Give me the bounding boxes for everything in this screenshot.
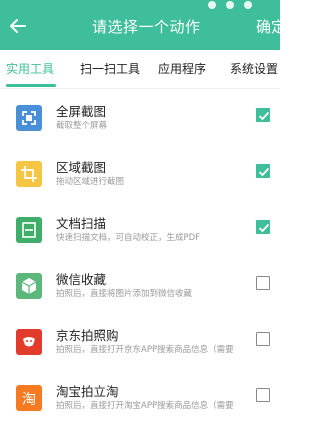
list-item-document-scan[interactable]: 文档扫描 快速扫描文档，可自动校正，生成PDF [0, 203, 280, 259]
wechat-favorite-icon [16, 273, 42, 299]
status-bar-icons [198, 0, 258, 9]
action-checkbox[interactable] [256, 108, 270, 122]
action-checkbox[interactable] [256, 332, 270, 346]
action-title: 全屏截图 [56, 104, 107, 119]
list-item-taobao-photo-search[interactable]: 淘 淘宝拍立淘 拍照后，直接打开淘宝APP搜索商品信息（需要… [0, 371, 280, 427]
checkmark-icon [258, 111, 270, 121]
action-title: 淘宝拍立淘 [56, 384, 119, 399]
page-title: 请选择一个动作 [92, 18, 201, 36]
action-description: 快速扫描文档，可自动校正，生成PDF [56, 233, 201, 243]
tab-applications[interactable]: 应用程序 [158, 60, 206, 77]
action-title: 文档扫描 [56, 216, 107, 231]
taobao-glyph: 淘 [22, 392, 36, 408]
action-description: 截取整个屏幕 [56, 121, 108, 131]
list-item-wechat-favorite[interactable]: 微信收藏 拍照后，直接将图片添加到微信收藏 [0, 259, 280, 315]
category-tabs: 实用工具 扫一扫工具 应用程序 系统设置 [0, 50, 280, 89]
active-tab-indicator [6, 84, 56, 87]
action-title: 京东拍照购 [56, 328, 119, 343]
app-header: 请选择一个动作 确定 [0, 0, 286, 50]
back-button[interactable] [6, 14, 30, 38]
action-title: 微信收藏 [56, 272, 107, 287]
list-item-fullscreen-screenshot[interactable]: 全屏截图 截取整个屏幕 [0, 91, 280, 147]
fullscreen-screenshot-icon [16, 105, 42, 131]
document-scan-icon [16, 217, 42, 243]
action-checkbox[interactable] [256, 388, 270, 402]
action-checkbox[interactable] [256, 276, 270, 290]
action-checkbox[interactable] [256, 220, 270, 234]
back-arrow-icon [10, 19, 26, 33]
list-item-jd-photo-shop[interactable]: 京东拍照购 拍照后，直接打开京东APP搜索商品信息（需要… [0, 315, 280, 371]
taobao-photo-search-icon: 淘 [16, 385, 42, 411]
action-description: 拖动区域进行截图 [56, 177, 125, 187]
action-description: 拍照后，直接打开京东APP搜索商品信息（需要… [56, 345, 234, 355]
action-description: 拍照后，直接将图片添加到微信收藏 [56, 289, 193, 299]
tab-scan-tools[interactable]: 扫一扫工具 [80, 60, 140, 77]
action-checkbox[interactable] [256, 164, 270, 178]
checkmark-icon [258, 167, 270, 177]
region-screenshot-icon [16, 161, 42, 187]
tab-system-settings[interactable]: 系统设置 [230, 60, 278, 77]
confirm-button[interactable]: 确定 [256, 16, 286, 37]
action-title: 区域截图 [56, 160, 107, 175]
list-item-region-screenshot[interactable]: 区域截图 拖动区域进行截图 [0, 147, 280, 203]
jd-photo-shop-icon [16, 329, 42, 355]
checkmark-icon [258, 223, 270, 233]
tab-practical-tools[interactable]: 实用工具 [6, 60, 54, 77]
